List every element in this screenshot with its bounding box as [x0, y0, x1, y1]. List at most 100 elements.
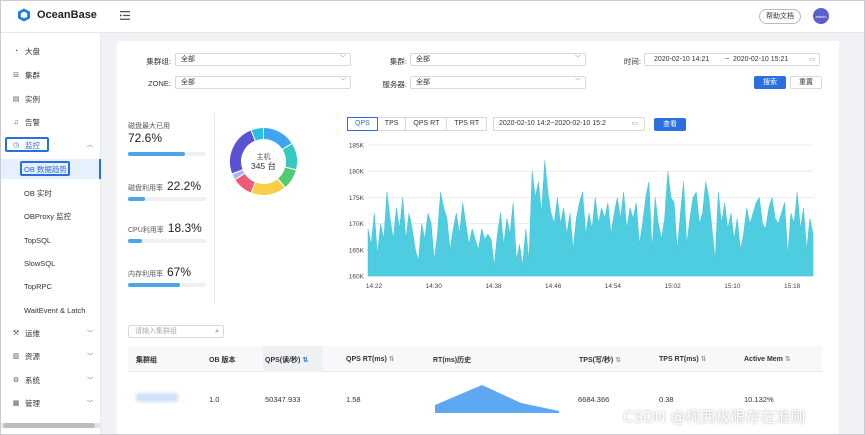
x-tick-label: 15:10: [724, 283, 741, 290]
sort-icon: ⇅: [784, 356, 791, 363]
dashboard-icon: ◔: [13, 47, 19, 55]
sidebar-item-dashboard[interactable]: ◔ 大盘: [1, 41, 101, 61]
cell-active-mem: 10.132%: [744, 395, 774, 404]
cluster-group-link-blurred[interactable]: [136, 393, 178, 402]
cell-ob-version: 1.0: [209, 395, 220, 404]
chevron-down-icon: ﹀: [339, 56, 346, 62]
col-tps-rt[interactable]: TPS RT(ms) ⇅: [659, 355, 707, 363]
sidebar-item-label: 集群: [25, 70, 40, 80]
wrench-icon: ⚒: [12, 330, 20, 337]
sidebar-sub-ob-realtime[interactable]: OB 实时: [1, 183, 101, 203]
calendar-icon: ▭: [631, 120, 638, 127]
chart-range-value: 2020-02-10 14:2~2020-02-10 15:2: [499, 120, 606, 127]
chevron-down-icon: ﹀: [574, 79, 581, 85]
metric-tabs: QPS TPS QPS RT TPS RT: [347, 117, 488, 131]
sidebar-item-alert[interactable]: ♫ 告警: [1, 112, 101, 132]
sidebar-item-resource[interactable]: ▥ 资源 ﹀: [1, 346, 101, 366]
cell-qps: 50347.933: [265, 395, 301, 404]
top-bar: OceanBase 帮助文档 admin: [1, 1, 864, 33]
sidebar-item-manage[interactable]: ▦ 管理 ﹀: [1, 393, 101, 413]
sidebar-item-instance[interactable]: ▤ 实例: [1, 89, 101, 109]
rt-history-sparkline: [435, 385, 559, 413]
progress-fill: [128, 152, 185, 156]
progress-bar: [128, 239, 206, 243]
sidebar-sub-slowsql[interactable]: SlowSQL: [1, 253, 101, 273]
cluster-icon: ⊟: [13, 72, 19, 79]
avatar[interactable]: admin: [813, 8, 829, 24]
stat-label: 磁盘利用率: [128, 185, 163, 192]
sidebar-sub-waitevent[interactable]: WaitEvent & Latch: [1, 300, 101, 320]
sidebar-sub-topsql[interactable]: TopSQL: [1, 230, 101, 250]
server-select[interactable]: 全部 ﹀: [410, 76, 586, 89]
col-active-mem-label: Active Mem: [744, 356, 783, 363]
y-tick-label: 175K: [349, 195, 365, 202]
time-separator: ~: [725, 56, 730, 63]
sort-icon: ⇅: [615, 357, 622, 364]
tab-qps-rt[interactable]: QPS RT: [405, 117, 448, 131]
stat-value: 22.2%: [167, 179, 202, 193]
sparkline-area: [435, 385, 559, 413]
calendar-icon: ▭: [809, 56, 816, 63]
scrollbar-thumb[interactable]: [3, 423, 95, 428]
x-tick-label: 14:38: [485, 283, 502, 290]
y-tick-label: 180K: [349, 169, 365, 176]
sort-icon: ⇅: [302, 357, 309, 364]
reset-button[interactable]: 重置: [790, 76, 822, 89]
sidebar-item-ops[interactable]: ⚒ 运维 ﹀: [1, 323, 101, 343]
stat-mem-util: 内存利用率 67%: [128, 265, 208, 279]
help-docs-button[interactable]: 帮助文档: [759, 9, 801, 24]
col-qps[interactable]: QPS(读/秒) ⇅: [265, 355, 308, 365]
time-start: 2020-02-10 14:21: [654, 56, 710, 63]
stat-disk-max-used: 磁盘最大已用 72.6%: [128, 121, 208, 145]
cluster-group-value: 全部: [181, 56, 195, 63]
cell-qps-rt: 1.58: [346, 395, 361, 404]
sidebar: ◔ 大盘 ⊟ 集群 ▤ 实例 ♫ 告警 ◷ 监控 ︿ OB 数据趋势 OB 实时…: [1, 33, 101, 434]
chevron-up-icon: ︿: [86, 143, 93, 149]
sidebar-item-cluster[interactable]: ⊟ 集群: [1, 65, 101, 85]
menu-toggle-icon[interactable]: [120, 11, 130, 22]
chevron-down-icon: ﹀: [86, 331, 93, 337]
donut-count: 345 台: [251, 161, 276, 171]
chevron-down-icon: ﹀: [86, 378, 93, 384]
sidebar-sub-obproxy[interactable]: OBProxy 监控: [1, 206, 101, 226]
col-ob-version[interactable]: OB 版本: [209, 355, 235, 365]
stat-cpu-util: CPU利用率 18.3%: [128, 221, 208, 235]
donut-segment-3[interactable]: [250, 177, 286, 196]
time-range-picker[interactable]: 2020-02-10 14:21 ~ 2020-02-10 15:21 ▭: [644, 53, 820, 66]
chevron-down-icon: ﹀: [86, 354, 93, 360]
sidebar-item-label: 监控: [25, 140, 40, 150]
sidebar-item-label: 资源: [25, 351, 40, 361]
sidebar-scrollbar[interactable]: [1, 423, 101, 428]
donut-title: 主机: [257, 152, 271, 161]
col-qps-rt[interactable]: QPS RT(ms) ⇅: [346, 355, 395, 363]
cluster-select[interactable]: 全部 ﹀: [410, 53, 586, 66]
cluster-group-select[interactable]: 全部 ﹀: [175, 53, 351, 66]
col-cluster-group[interactable]: 集群组: [136, 355, 157, 365]
chart-range-picker[interactable]: 2020-02-10 14:2~2020-02-10 15:2 ▭: [493, 117, 645, 131]
sidebar-item-system[interactable]: ⚙ 系统 ﹀: [1, 370, 101, 390]
cluster-value: 全部: [416, 56, 430, 63]
zone-select[interactable]: 全部 ﹀: [175, 76, 351, 89]
cluster-group-search-input[interactable]: 请输入集群组 ⌕: [128, 325, 224, 338]
sidebar-item-monitor[interactable]: ◷ 监控 ︿: [1, 135, 101, 155]
sidebar-sub-toprpc[interactable]: TopRPC: [1, 276, 101, 296]
host-donut-chart: 主机 345 台: [229, 126, 298, 196]
stat-label: 内存利用率: [128, 271, 163, 278]
y-tick-label: 165K: [349, 247, 365, 254]
col-qps-label: QPS(读/秒): [265, 357, 301, 364]
sidebar-sub-ob-trend[interactable]: OB 数据趋势: [1, 159, 101, 179]
view-button[interactable]: 查看: [654, 118, 686, 131]
sidebar-item-label: 管理: [25, 398, 40, 408]
logo[interactable]: OceanBase: [17, 8, 97, 22]
tab-tps-rt[interactable]: TPS RT: [446, 117, 488, 131]
tab-tps[interactable]: TPS: [376, 117, 407, 131]
cluster-group-label: 集群组:: [146, 57, 171, 66]
search-button[interactable]: 搜索: [754, 76, 786, 89]
col-active-mem[interactable]: Active Mem ⇅: [744, 355, 791, 363]
monitor-icon: ◷: [12, 142, 20, 149]
col-tps[interactable]: TPS(写/秒) ⇅: [579, 355, 621, 365]
x-tick-label: 14:46: [545, 283, 562, 290]
search-icon: ⌕: [215, 328, 219, 335]
cell-tps-rt: 0.38: [659, 395, 674, 404]
tab-qps[interactable]: QPS: [347, 117, 378, 131]
